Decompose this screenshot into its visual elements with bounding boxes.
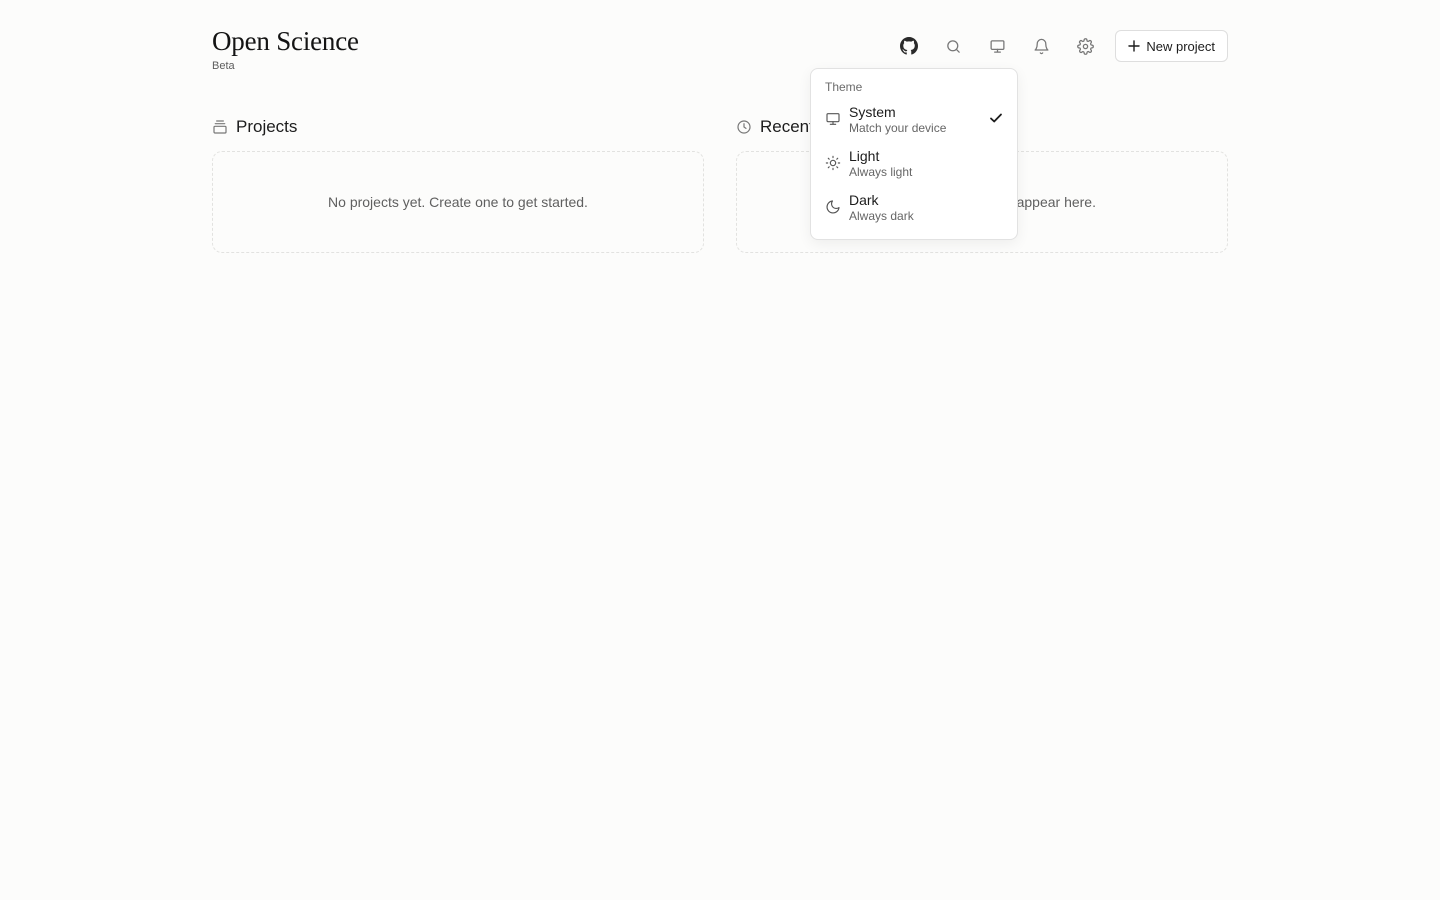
notifications-button[interactable] (1025, 30, 1057, 62)
theme-option-name: Light (849, 148, 880, 164)
github-icon (900, 37, 919, 55)
search-button[interactable] (937, 30, 969, 62)
check-icon (990, 113, 1002, 123)
theme-option-description: Always dark (849, 209, 914, 223)
app-title: Open Science (212, 26, 359, 56)
theme-option-system[interactable]: System Match your device (811, 97, 1017, 141)
new-project-button[interactable]: New project (1115, 30, 1228, 62)
theme-option-description: Always light (849, 165, 913, 179)
app-page: Open Science Beta New project Projects N… (0, 0, 1440, 900)
plus-icon (1128, 40, 1141, 52)
new-project-label: New project (1146, 38, 1215, 54)
theme-menu: Theme System Match your device Light Alw… (810, 68, 1018, 240)
projects-section: Projects No projects yet. Create one to … (212, 116, 704, 253)
bell-icon (1034, 38, 1049, 54)
theme-option-light[interactable]: Light Always light (811, 141, 1017, 185)
search-icon (947, 39, 960, 53)
theme-option-name: Dark (849, 192, 879, 208)
monitor-icon (990, 39, 1005, 53)
recent-empty-text: appear here. (1016, 194, 1096, 210)
moon-icon (826, 200, 840, 214)
projects-title: Projects (236, 117, 298, 136)
archive-icon (213, 120, 227, 134)
monitor-icon (826, 113, 840, 125)
projects-header: Projects (212, 116, 704, 138)
recent-title: Recent (760, 117, 814, 136)
projects-empty-state: No projects yet. Create one to get start… (212, 151, 704, 253)
header-toolbar: New project (893, 30, 1228, 62)
theme-menu-label: Theme (825, 80, 863, 94)
sun-icon (825, 155, 841, 171)
theme-option-dark[interactable]: Dark Always dark (811, 185, 1017, 229)
settings-button[interactable] (1069, 30, 1101, 62)
gear-icon (1076, 37, 1094, 55)
projects-empty-text: No projects yet. Create one to get start… (328, 194, 588, 210)
github-button[interactable] (893, 30, 925, 62)
brand: Open Science Beta (212, 26, 359, 72)
clock-icon (737, 120, 751, 134)
theme-button[interactable] (981, 30, 1013, 62)
beta-label: Beta (212, 60, 235, 72)
